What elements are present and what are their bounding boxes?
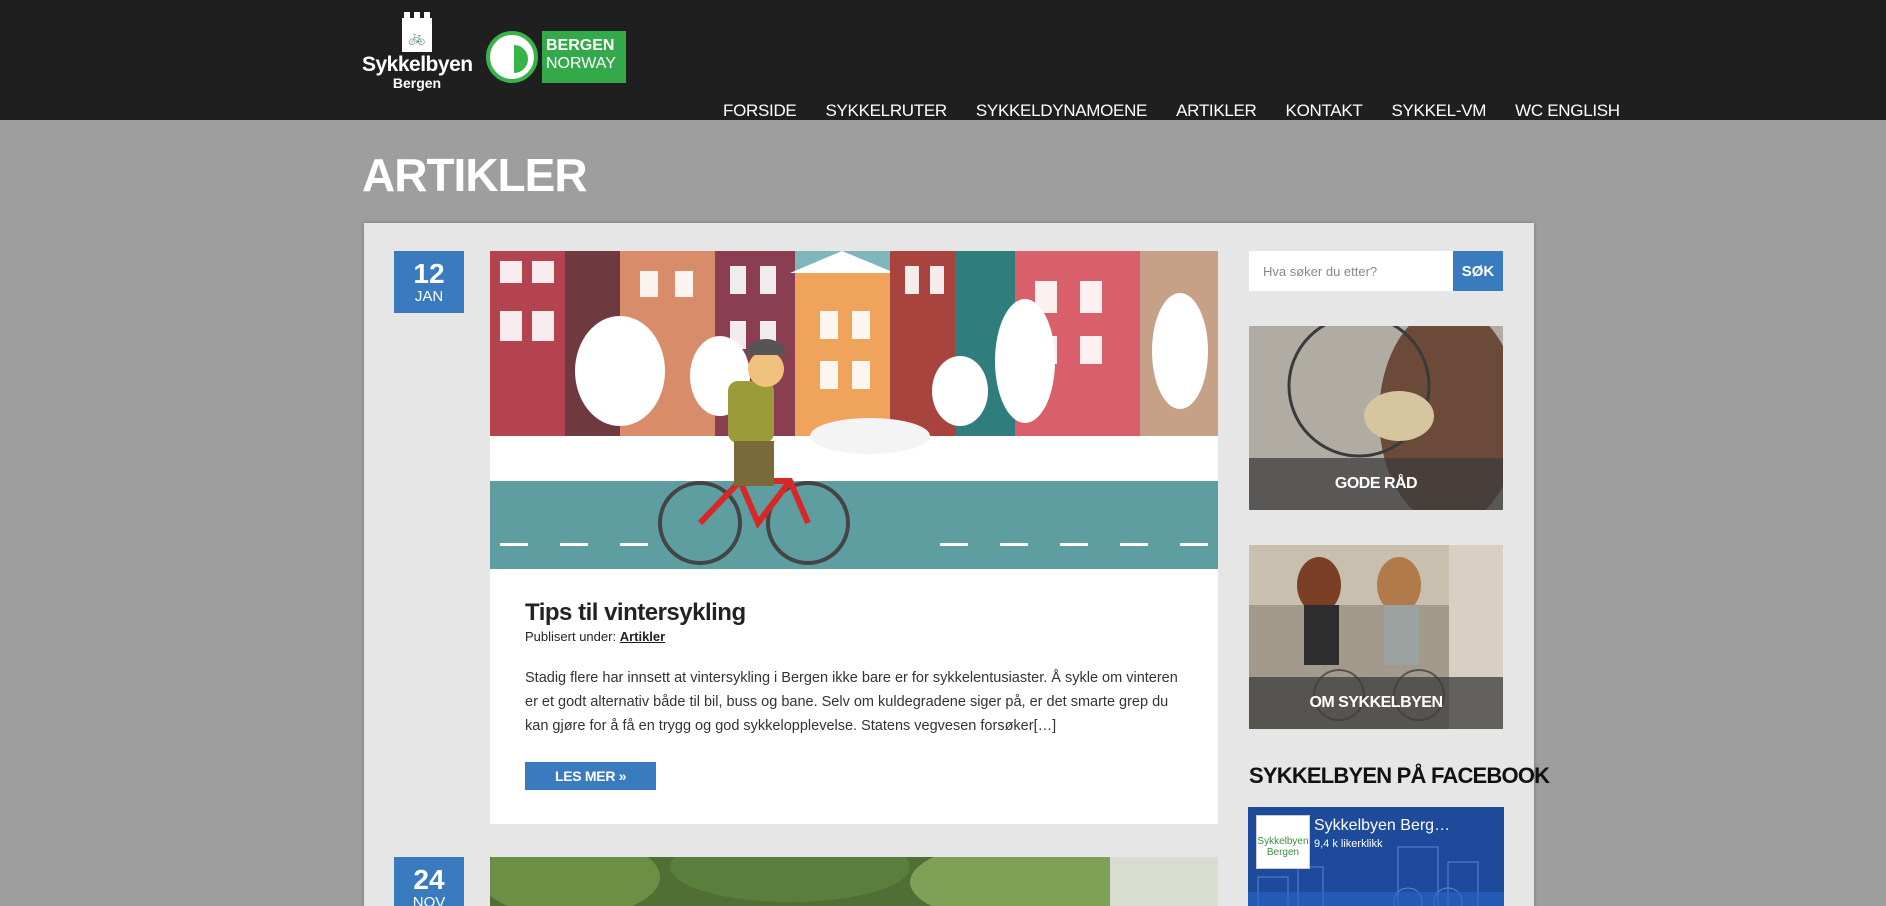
logo-name: Sykkelbyen — [362, 53, 473, 76]
search-form: SØK — [1249, 251, 1503, 291]
fb-logo-city: Bergen — [1266, 847, 1300, 858]
post-date-badge: 12 JAN — [394, 251, 464, 313]
tile-caption: OM SYKKELBYEN — [1249, 677, 1503, 729]
nav-wc-english[interactable]: WC ENGLISH — [1515, 101, 1620, 121]
facebook-page-widget[interactable]: Sykkelbyen Bergen Sykkelbyen Berg… 9,4 k… — [1248, 807, 1504, 906]
nav-sykkeldynamoene[interactable]: SYKKELDYNAMOENE — [976, 101, 1148, 121]
post-hero-image[interactable] — [490, 251, 1218, 569]
tile-gode-rad[interactable]: GODE RÅD — [1249, 326, 1503, 510]
read-more-button[interactable]: LES MER » — [525, 762, 657, 790]
nav-sykkelruter[interactable]: SYKKELRUTER — [825, 101, 947, 121]
uci-bike-city-icon — [486, 31, 538, 83]
bergen-norway-badge: BERGEN NORWAY — [542, 31, 626, 83]
facebook-like-count: 9,4 k likerklikk — [1314, 838, 1383, 850]
nav-kontakt[interactable]: KONTAKT — [1286, 101, 1363, 121]
post-hero-image[interactable] — [480, 832, 1218, 906]
sykkelbyen-logo[interactable]: 🚲 Sykkelbyen Bergen — [362, 12, 473, 98]
badge-line1: BERGEN — [546, 37, 615, 54]
post-day: 24 — [413, 864, 445, 895]
facebook-page-logo: Sykkelbyen Bergen — [1256, 815, 1310, 869]
search-input[interactable] — [1249, 251, 1453, 291]
fb-logo-name: Sykkelbyen — [1257, 836, 1309, 847]
main-nav: FORSIDE SYKKELRUTER SYKKELDYNAMOENE ARTI… — [723, 101, 1620, 121]
post-excerpt: Stadig flere har innsett at vintersyklin… — [525, 670, 1178, 734]
logo-city: Bergen — [392, 75, 442, 91]
page-title: ARTIKLER — [362, 149, 588, 201]
nav-forside[interactable]: FORSIDE — [723, 101, 797, 121]
winter-cyclist-illustration — [490, 251, 1218, 569]
tile-om-sykkelbyen[interactable]: OM SYKKELBYEN — [1249, 545, 1503, 729]
site-header: 🚲 Sykkelbyen Bergen BERGEN NORWAY FORSID… — [0, 0, 1886, 120]
tile-caption: GODE RÅD — [1249, 458, 1503, 510]
nav-artikler[interactable]: ARTIKLER — [1176, 101, 1257, 121]
post-month: NOV — [412, 894, 446, 906]
bicycle-castle-icon: 🚲 — [402, 12, 432, 52]
trees-photo — [480, 832, 1218, 906]
post-title[interactable]: Tips til vintersykling — [525, 599, 1183, 627]
post-month: JAN — [414, 288, 444, 305]
post-meta: Publisert under: Artikler — [525, 629, 1183, 644]
post-card: Tips til vintersykling Publisert under: … — [490, 251, 1218, 824]
badge-line2: NORWAY — [546, 55, 616, 72]
content-area: 12 JAN Tips til vintersykling Publisert … — [364, 223, 1550, 906]
nav-sykkel-vm[interactable]: SYKKEL-VM — [1391, 101, 1486, 121]
post-body: Tips til vintersykling Publisert under: … — [490, 569, 1218, 824]
post-meta-prefix: Publisert under: — [525, 629, 617, 644]
facebook-heading: SYKKELBYEN PÅ FACEBOOK — [1249, 763, 1550, 788]
search-button[interactable]: SØK — [1453, 251, 1503, 291]
post-day: 12 — [413, 258, 445, 289]
post-date-badge: 24 NOV — [394, 857, 464, 906]
facebook-page-name[interactable]: Sykkelbyen Berg… — [1314, 817, 1450, 835]
post-category-link[interactable]: Artikler — [620, 629, 666, 644]
